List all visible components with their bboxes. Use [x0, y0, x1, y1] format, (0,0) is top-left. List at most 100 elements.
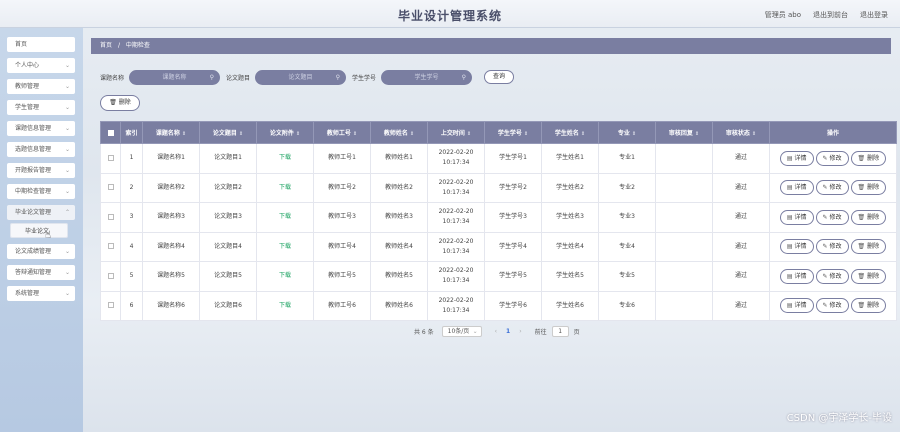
cell-value: 课题名称3: [157, 213, 185, 221]
sidebar-item[interactable]: 教师管理 ⌄: [7, 79, 75, 94]
sidebar-item[interactable]: 开题报告管理 ⌄: [7, 163, 75, 178]
student-no-search-input[interactable]: 学生学号 ⚲: [381, 69, 473, 85]
sort-icon[interactable]: ⇕: [296, 131, 300, 137]
sort-icon[interactable]: ⇕: [239, 131, 243, 137]
column-header[interactable]: 审核状态 ⇕: [712, 121, 770, 144]
select-all-cell[interactable]: [100, 121, 121, 144]
table-body: 1 课题名称1 论文题目1 下载 教师工号1 教师姓名1 2022-02-20 10:17:…: [100, 143, 897, 321]
row-select-cell[interactable]: [100, 143, 121, 174]
goto-page-input[interactable]: 1: [551, 325, 569, 337]
page-number-current[interactable]: 1: [506, 328, 510, 335]
download-link[interactable]: 下载: [279, 243, 291, 250]
column-header[interactable]: 教师姓名 ⇕: [370, 121, 428, 144]
sort-icon[interactable]: ⇕: [182, 131, 186, 137]
sort-icon[interactable]: ⇕: [695, 131, 699, 137]
prev-page-icon[interactable]: ‹: [495, 328, 497, 335]
row-select-cell[interactable]: [100, 231, 121, 262]
cell-attach[interactable]: 下载: [256, 172, 314, 203]
sort-icon[interactable]: ⇕: [353, 131, 357, 137]
cell-attach[interactable]: 下载: [256, 261, 314, 292]
detail-button[interactable]: ▤ 详情: [779, 268, 814, 284]
sidebar-item[interactable]: 首页: [7, 37, 75, 52]
search-icon: ⚲: [461, 73, 467, 81]
page-size-select[interactable]: 10条/页 ⌄: [441, 325, 482, 337]
sidebar-item[interactable]: 系统管理 ⌄: [7, 286, 75, 301]
chevron-down-icon: ⌄: [64, 167, 70, 174]
row-checkbox[interactable]: [107, 272, 114, 279]
detail-button[interactable]: ▤ 详情: [779, 298, 814, 314]
cell-value: 学生姓名1: [556, 154, 584, 162]
next-page-icon[interactable]: ›: [519, 328, 521, 335]
sidebar-item[interactable]: 中期检查管理 ⌄: [7, 184, 75, 199]
column-header[interactable]: 教师工号 ⇕: [313, 121, 371, 144]
download-link[interactable]: 下载: [279, 184, 291, 191]
column-header[interactable]: 论文题目 ⇕: [199, 121, 257, 144]
column-header[interactable]: 审核回复 ⇕: [655, 121, 713, 144]
paper-search-input[interactable]: 论文题目 ⚲: [255, 69, 347, 85]
sidebar-item[interactable]: 个人中心 ⌄: [7, 58, 75, 73]
delete-button[interactable]: 🗑 删除: [850, 268, 887, 284]
row-select-cell[interactable]: [100, 202, 121, 233]
detail-button[interactable]: ▤ 详情: [779, 180, 814, 196]
breadcrumb-home[interactable]: 首页: [100, 42, 112, 49]
edit-button[interactable]: ✎ 修改: [815, 150, 849, 166]
delete-button[interactable]: 🗑 删除: [850, 209, 887, 225]
download-link[interactable]: 下载: [279, 302, 291, 309]
sidebar-item[interactable]: 答辩通知管理 ⌄: [7, 265, 75, 280]
column-header[interactable]: 课题名称 ⇕: [142, 121, 200, 144]
sidebar-item[interactable]: 毕业论文管理 ⌃: [7, 205, 75, 220]
row-select-cell[interactable]: [100, 172, 121, 203]
topic-search-input[interactable]: 课题名称 ⚲: [129, 69, 221, 85]
delete-button[interactable]: 🗑 删除: [850, 298, 887, 314]
row-select-cell[interactable]: [100, 290, 121, 321]
select-all-checkbox[interactable]: [107, 129, 114, 136]
row-checkbox[interactable]: [107, 243, 114, 250]
query-button[interactable]: 查询: [484, 70, 515, 84]
row-checkbox[interactable]: [107, 302, 114, 309]
sidebar-item[interactable]: 学生管理 ⌄: [7, 100, 75, 115]
cell-attach[interactable]: 下载: [256, 290, 314, 321]
file-icon: ▤: [786, 213, 793, 221]
sort-icon[interactable]: ⇕: [581, 131, 585, 137]
download-link[interactable]: 下载: [279, 154, 291, 161]
column-header[interactable]: 学生姓名 ⇕: [541, 121, 599, 144]
edit-button[interactable]: ✎ 修改: [815, 239, 849, 255]
download-link[interactable]: 下载: [279, 272, 291, 279]
row-checkbox[interactable]: [107, 184, 114, 191]
detail-button[interactable]: ▤ 详情: [779, 150, 814, 166]
column-header[interactable]: 上交时间 ⇕: [427, 121, 485, 144]
cell-value: 论文题目6: [214, 301, 242, 309]
delete-button[interactable]: 🗑 删除: [850, 239, 887, 255]
edit-button[interactable]: ✎ 修改: [815, 180, 849, 196]
column-header[interactable]: 专业 ⇕: [598, 121, 656, 144]
download-link[interactable]: 下载: [279, 213, 291, 220]
edit-button[interactable]: ✎ 修改: [815, 209, 849, 225]
cell-attach[interactable]: 下载: [256, 202, 314, 233]
cell-attach[interactable]: 下载: [256, 231, 314, 262]
column-header[interactable]: 论文附件 ⇕: [256, 121, 314, 144]
delete-button[interactable]: 🗑 删除: [850, 150, 887, 166]
logout-link[interactable]: 退出登录: [860, 10, 888, 20]
delete-button[interactable]: 🗑 删除: [850, 180, 887, 196]
sort-icon[interactable]: ⇕: [752, 131, 756, 137]
row-select-cell[interactable]: [100, 261, 121, 292]
edit-button[interactable]: ✎ 修改: [815, 268, 849, 284]
back-to-front-link[interactable]: 退出到前台: [813, 10, 848, 20]
sort-icon[interactable]: ⇕: [524, 131, 528, 137]
row-checkbox[interactable]: [107, 213, 114, 220]
sort-icon[interactable]: ⇕: [410, 131, 414, 137]
batch-delete-button[interactable]: 🗑 删除: [100, 95, 140, 111]
sidebar-item[interactable]: 课题信息管理 ⌄: [7, 121, 75, 136]
detail-button[interactable]: ▤ 详情: [779, 209, 814, 225]
edit-button[interactable]: ✎ 修改: [815, 298, 849, 314]
sidebar-subitem-thesis[interactable]: 毕业论文 ☝: [10, 223, 68, 241]
sort-icon[interactable]: ⇕: [467, 131, 471, 137]
column-header[interactable]: 学生学号 ⇕: [484, 121, 542, 144]
detail-button[interactable]: ▤ 详情: [779, 239, 814, 255]
sort-icon[interactable]: ⇕: [632, 131, 636, 137]
sidebar-item[interactable]: 论文成绩管理 ⌄: [7, 244, 75, 259]
batch-delete-label: 删除: [118, 99, 131, 106]
sidebar-item[interactable]: 选题信息管理 ⌄: [7, 142, 75, 157]
cell-attach[interactable]: 下载: [256, 143, 314, 174]
row-checkbox[interactable]: [107, 154, 114, 161]
